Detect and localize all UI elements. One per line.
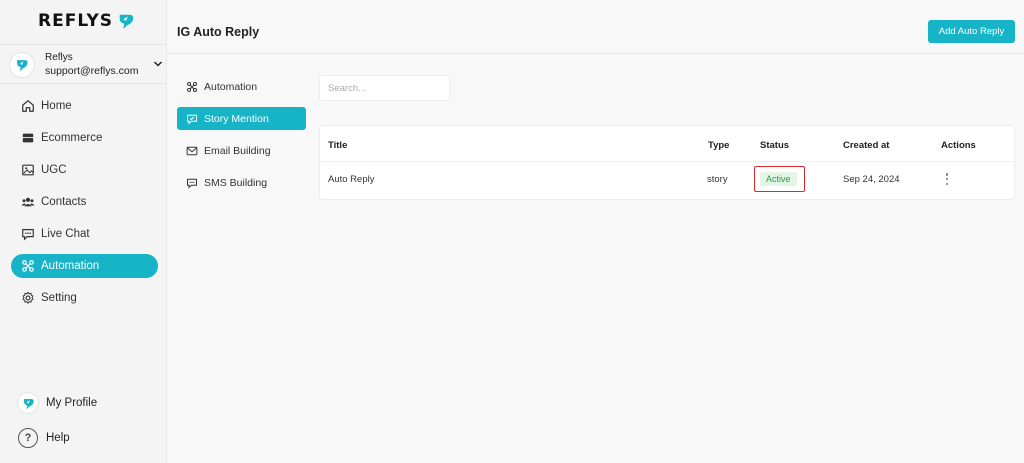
page-header: IG Auto Reply Add Auto Reply [167,0,1024,54]
my-profile-link[interactable]: My Profile [18,393,97,413]
story-icon [187,114,197,125]
column-header-actions: Actions [941,140,976,151]
header-divider [320,161,1014,162]
sidebar-item-live-chat[interactable]: Live Chat [11,222,158,246]
help-icon: ? [18,428,38,448]
sidebar-item-ugc[interactable]: UGC [11,158,158,182]
column-header-type[interactable]: Type [708,140,729,151]
account-name: Reflys [45,52,73,63]
column-header-title[interactable]: Title [328,140,347,151]
subnav-item-label: SMS Building [204,176,268,189]
cell-title: Auto Reply [328,174,375,185]
sidebar-item-label: UGC [41,164,67,176]
sidebar-item-ecommerce[interactable]: Ecommerce [11,126,158,150]
account-email: support@reflys.com [45,65,139,77]
account-switcher[interactable]: Reflys support@reflys.com [0,44,167,84]
brand-name: REFLYS [38,11,114,31]
help-label: Help [46,432,70,444]
help-link[interactable]: ? Help [18,428,70,448]
automation-icon [22,260,34,272]
subnav-item-automation[interactable]: Automation [177,75,306,98]
automation-icon [187,81,197,92]
subnav-item-label: Story Mention [204,112,269,125]
sidebar-item-setting[interactable]: Setting [11,286,158,310]
account-avatar [10,53,34,77]
search-input[interactable] [319,75,450,101]
sidebar: REFLYS Reflys support@reflys.com Home Ec… [0,0,167,463]
chevron-down-icon[interactable] [153,59,163,69]
sidebar-item-automation[interactable]: Automation [11,254,158,278]
store-icon [22,133,34,143]
subnav-item-story-mention[interactable]: Story Mention [177,107,306,130]
profile-logo-icon [18,393,38,413]
sms-icon [187,178,197,189]
cell-type: story [707,174,728,185]
image-icon [22,164,34,176]
add-auto-reply-button[interactable]: Add Auto Reply [928,20,1015,43]
sidebar-item-label: Home [41,100,72,112]
sidebar-item-label: Live Chat [41,228,90,240]
auto-reply-table: Title Type Status Created at Actions Aut… [319,125,1015,200]
cell-created-at: Sep 24, 2024 [843,174,900,185]
more-vertical-icon[interactable] [942,171,952,187]
home-icon [22,99,34,112]
chat-icon [22,229,34,241]
sidebar-item-label: Contacts [41,196,87,208]
subnav-item-email-building[interactable]: Email Building [177,139,306,162]
subnav-item-label: Automation [204,80,258,93]
sidebar-item-home[interactable]: Home [11,94,158,118]
sidebar-item-contacts[interactable]: Contacts [11,190,158,214]
brand-mark-icon [119,14,134,30]
mail-icon [186,146,198,155]
users-icon [21,197,35,207]
sidebar-item-label: Automation [41,260,100,272]
subnav-item-label: Email Building [204,144,271,157]
sidebar-item-label: Setting [41,292,77,304]
column-header-status[interactable]: Status [760,140,789,151]
subnav-item-sms-building[interactable]: SMS Building [177,171,306,194]
gear-icon [22,291,34,304]
status-badge: Active [760,172,797,186]
page-title: IG Auto Reply [177,25,260,39]
sidebar-item-label: Ecommerce [41,132,103,144]
my-profile-label: My Profile [46,397,98,409]
column-header-created-at[interactable]: Created at [843,140,889,151]
reflys-logo-icon [17,60,28,72]
brand-logo[interactable]: REFLYS [38,10,135,32]
